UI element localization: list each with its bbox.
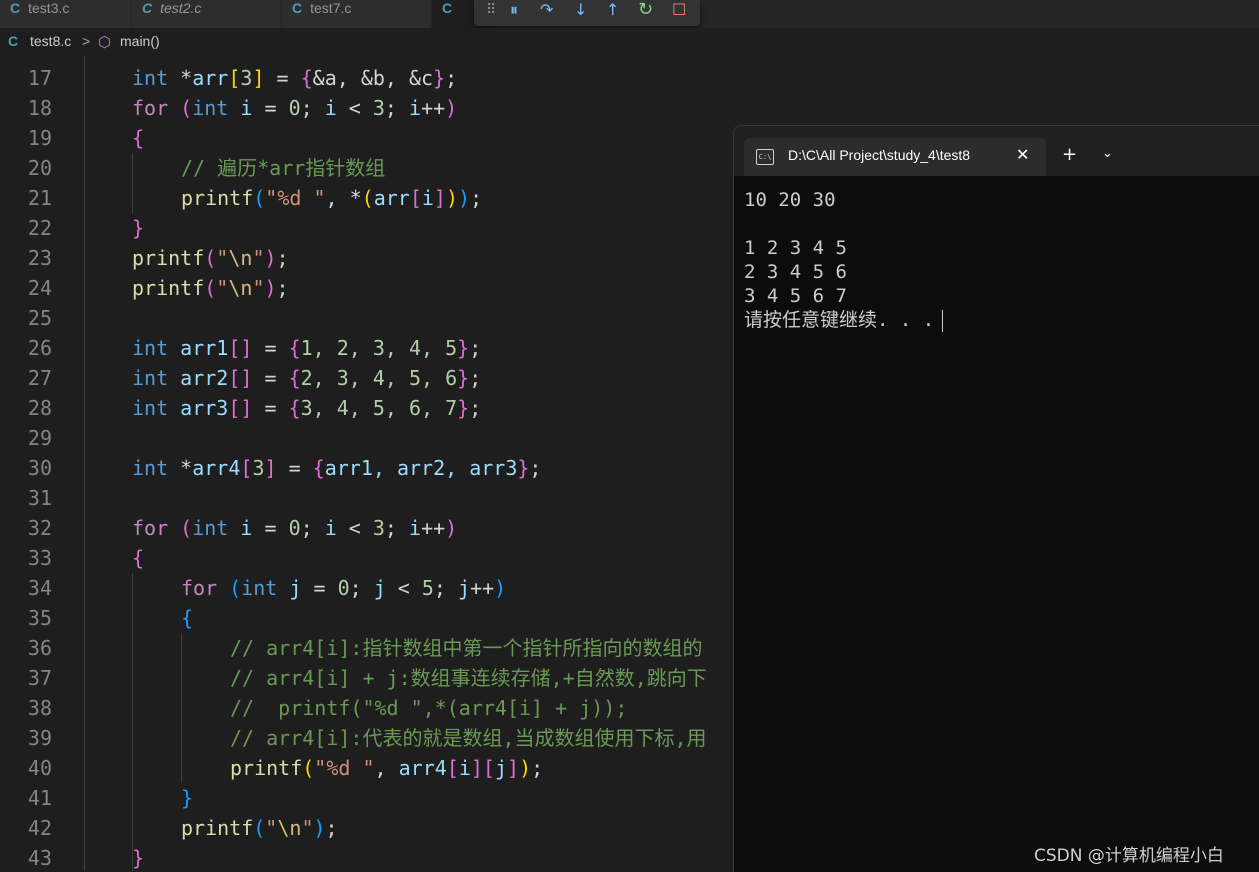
terminal-line: 请按任意键继续. . .	[744, 308, 944, 332]
terminal-titlebar: C:\ D:\C\All Project\study_4\test8 ✕ + ⌄	[734, 126, 1259, 176]
line-number: 36	[27, 636, 52, 660]
line-number: 18	[27, 96, 52, 120]
code-line-27: int arr2[] = {2, 3, 4, 5, 6};	[132, 366, 482, 390]
c-file-icon: C	[442, 0, 453, 16]
line-number: 22	[27, 216, 52, 240]
code-line-23: printf("\n");	[132, 246, 289, 270]
code-line-36: // arr4[i]:指针数组中第一个指针所指向的数组的	[230, 636, 703, 660]
code-line-24: printf("\n");	[132, 276, 289, 300]
breadcrumb-symbol[interactable]: main()	[120, 33, 160, 49]
watermark: CSDN @计算机编程小白	[1034, 846, 1224, 866]
code-line-42: printf("\n");	[181, 816, 338, 840]
code-line-19: {	[132, 126, 145, 150]
tab-label: test3.c	[28, 0, 70, 16]
terminal-line: 10 20 30	[744, 189, 836, 211]
code-line-20: // 遍历*arr指针数组	[181, 156, 386, 180]
line-number: 23	[27, 246, 52, 270]
code-line-34: for (int j = 0; j < 5; j++)	[181, 576, 507, 600]
code-line-33: {	[132, 546, 145, 570]
terminal-output[interactable]: 10 20 30 1 2 3 4 5 2 3 4 5 6 3 4 5 6 7 请…	[744, 188, 944, 332]
code-line-21: printf("%d ", *(arr[i]));	[181, 186, 483, 210]
terminal-prompt-text: 请按任意键继续. . .	[744, 309, 935, 331]
code-line-40: printf("%d ", arr4[i][j]);	[230, 756, 544, 780]
indent-guide	[132, 153, 133, 213]
cube-icon: ⬡	[98, 34, 112, 51]
drag-handle-icon[interactable]: ⠿	[486, 2, 496, 18]
line-number: 21	[27, 186, 52, 210]
tab-test2[interactable]: Ctest2.c	[132, 0, 282, 28]
code-line-18: for (int i = 0; i < 3; i++)	[132, 96, 458, 120]
code-line-38: // printf("%d ",*(arr4[i] + j));	[230, 696, 628, 720]
step-over-icon[interactable]: ↷	[540, 2, 553, 18]
line-number: 37	[27, 666, 52, 690]
new-tab-icon[interactable]: +	[1062, 144, 1077, 165]
step-out-icon[interactable]: ↑	[606, 2, 619, 18]
code-line-22: }	[132, 216, 145, 240]
terminal-window[interactable]: C:\ D:\C\All Project\study_4\test8 ✕ + ⌄…	[733, 125, 1259, 872]
chevron-right-icon: >	[82, 33, 91, 49]
line-number: 42	[27, 816, 52, 840]
close-icon[interactable]: ✕	[1016, 145, 1029, 164]
indent-guide	[84, 56, 85, 871]
debug-toolbar: ⠿ ⏸ ↷ ↓ ↑ ↻ ☐	[474, 0, 700, 26]
line-number: 35	[27, 606, 52, 630]
c-file-icon: C	[10, 0, 21, 16]
line-number: 17	[27, 66, 52, 90]
step-into-icon[interactable]: ↓	[574, 2, 587, 18]
code-line-32: for (int i = 0; i < 3; i++)	[132, 516, 458, 540]
line-number: 20	[27, 156, 52, 180]
line-number: 31	[27, 486, 52, 510]
terminal-line: 3 4 5 6 7	[744, 285, 847, 307]
c-file-icon: C	[292, 0, 303, 16]
tab-label: test2.c	[160, 0, 202, 16]
tab-label: test7.c	[310, 0, 352, 16]
line-number: 34	[27, 576, 52, 600]
restart-icon[interactable]: ↻	[638, 1, 653, 19]
line-number: 28	[27, 396, 52, 420]
code-line-26: int arr1[] = {1, 2, 3, 4, 5};	[132, 336, 482, 360]
c-file-icon: C	[142, 0, 153, 16]
code-line-37: // arr4[i] + j:数组事连续存储,+自然数,跳向下	[230, 666, 707, 690]
line-number: 38	[27, 696, 52, 720]
code-line-39: // arr4[i]:代表的就是数组,当成数组使用下标,用	[230, 726, 707, 750]
line-number: 32	[27, 516, 52, 540]
line-number: 19	[27, 126, 52, 150]
code-line-28: int arr3[] = {3, 4, 5, 6, 7};	[132, 396, 482, 420]
line-number: 29	[27, 426, 52, 450]
terminal-tab-title: D:\C\All Project\study_4\test8	[788, 147, 971, 163]
c-file-icon: C	[8, 33, 19, 49]
line-number: 30	[27, 456, 52, 480]
line-number: 24	[27, 276, 52, 300]
indent-guide	[181, 633, 182, 783]
line-number: 41	[27, 786, 52, 810]
code-line-17: int *arr[3] = {&a, &b, &c};	[132, 66, 458, 90]
line-number: 33	[27, 546, 52, 570]
stop-icon[interactable]: ☐	[672, 2, 686, 18]
breadcrumb: C test8.c > ⬡ main()	[0, 28, 1259, 54]
line-number: 43	[27, 846, 52, 870]
text-cursor	[942, 309, 944, 332]
breadcrumb-file[interactable]: test8.c	[30, 33, 71, 49]
terminal-tab[interactable]: C:\ D:\C\All Project\study_4\test8 ✕	[744, 138, 1046, 176]
line-number: 25	[27, 306, 52, 330]
code-line-41: }	[181, 786, 194, 810]
tab-test7[interactable]: Ctest7.c	[282, 0, 432, 28]
indent-guide	[132, 573, 133, 871]
pause-icon[interactable]: ⏸	[510, 2, 518, 18]
terminal-line: 2 3 4 5 6	[744, 261, 847, 283]
line-number: 27	[27, 366, 52, 390]
code-line-35: {	[181, 606, 194, 630]
console-icon: C:\	[756, 149, 774, 165]
tab-test3[interactable]: Ctest3.c	[0, 0, 132, 28]
line-number: 39	[27, 726, 52, 750]
chevron-down-icon[interactable]: ⌄	[1102, 146, 1113, 161]
terminal-line: 1 2 3 4 5	[744, 237, 847, 259]
code-line-43: }	[132, 846, 145, 870]
line-number: 40	[27, 756, 52, 780]
code-line-30: int *arr4[3] = {arr1, arr2, arr3};	[132, 456, 542, 480]
line-number: 26	[27, 336, 52, 360]
